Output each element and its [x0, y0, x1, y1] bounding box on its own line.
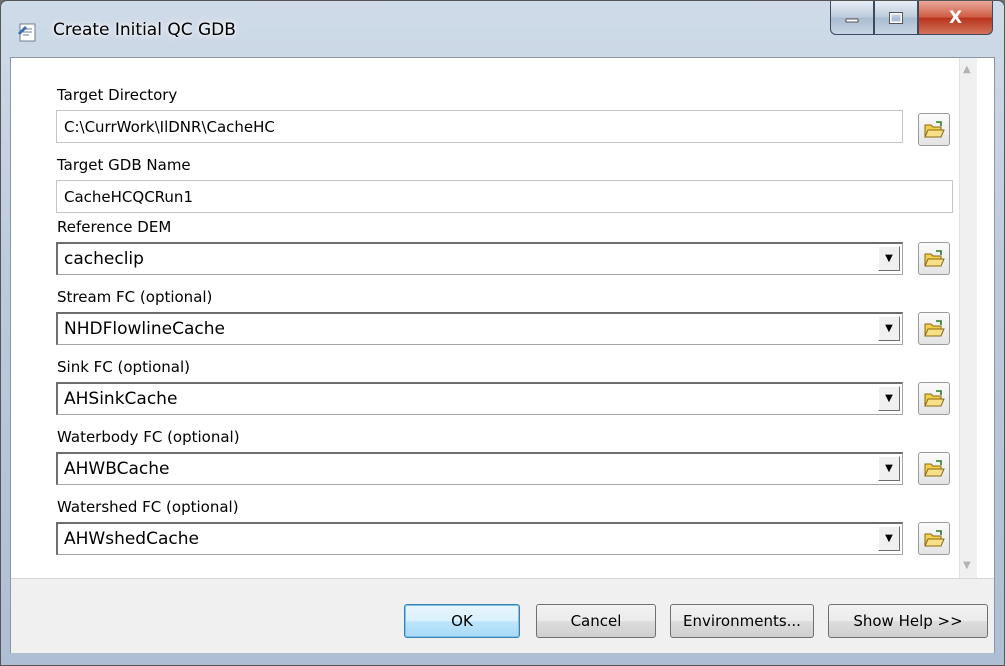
waterbody-fc-value: AHWBCache	[64, 459, 170, 479]
environments-button[interactable]: Environments...	[670, 604, 814, 638]
title-bar[interactable]: Create Initial QC GDB X	[1, 1, 1004, 57]
watershed-fc-browse-button[interactable]	[918, 522, 950, 555]
vertical-scrollbar[interactable]: ▲ ▼	[959, 58, 977, 578]
reference-dem-browse-button[interactable]	[918, 242, 950, 275]
waterbody-fc-combo[interactable]: AHWBCache ▼	[56, 452, 903, 485]
scroll-down-arrow-icon[interactable]: ▼	[963, 560, 971, 571]
dropdown-arrow-icon[interactable]: ▼	[878, 456, 900, 481]
maximize-icon	[889, 11, 903, 24]
watershed-fc-combo[interactable]: AHWshedCache ▼	[56, 522, 903, 555]
target-directory-browse-button[interactable]	[918, 113, 950, 146]
target-directory-label: Target Directory	[57, 86, 178, 104]
show-help-button[interactable]: Show Help >>	[828, 604, 988, 638]
open-folder-icon	[924, 459, 945, 476]
ok-button[interactable]: OK	[404, 604, 520, 638]
dropdown-arrow-icon[interactable]: ▼	[878, 246, 900, 271]
reference-dem-value: cacheclip	[64, 249, 144, 269]
python-script-tool-icon	[18, 23, 36, 42]
close-icon: X	[948, 7, 963, 28]
reference-dem-label: Reference DEM	[57, 218, 172, 236]
dropdown-arrow-icon[interactable]: ▼	[878, 386, 900, 411]
target-gdb-name-label: Target GDB Name	[57, 156, 191, 174]
open-folder-icon	[924, 389, 945, 406]
sink-fc-combo[interactable]: AHSinkCache ▼	[56, 382, 903, 415]
open-folder-icon	[924, 249, 945, 266]
minimize-icon	[845, 18, 859, 22]
maximize-button[interactable]	[874, 1, 918, 35]
dropdown-arrow-icon[interactable]: ▼	[878, 526, 900, 551]
stream-fc-combo[interactable]: NHDFlowlineCache ▼	[56, 312, 903, 345]
sink-fc-label: Sink FC (optional)	[57, 358, 191, 376]
sink-fc-browse-button[interactable]	[918, 382, 950, 415]
window-title: Create Initial QC GDB	[53, 20, 236, 40]
scroll-up-arrow-icon[interactable]: ▲	[963, 64, 971, 75]
parameters-form: Target Directory C:\CurrWork\IlDNR\Cache…	[11, 58, 977, 578]
stream-fc-value: NHDFlowlineCache	[64, 319, 225, 339]
dialog-footer: OK Cancel Environments... Show Help >>	[11, 578, 994, 653]
stream-fc-browse-button[interactable]	[918, 312, 950, 345]
stream-fc-label: Stream FC (optional)	[57, 288, 213, 306]
watershed-fc-value: AHWshedCache	[64, 529, 199, 549]
open-folder-icon	[924, 529, 945, 546]
waterbody-fc-browse-button[interactable]	[918, 452, 950, 485]
cancel-button[interactable]: Cancel	[536, 604, 656, 638]
sink-fc-value: AHSinkCache	[64, 389, 178, 409]
open-folder-icon	[924, 120, 945, 137]
dropdown-arrow-icon[interactable]: ▼	[878, 316, 900, 341]
dialog-window: Create Initial QC GDB X Target Directory…	[0, 0, 1005, 666]
target-gdb-name-input[interactable]: CacheHCQCRun1	[56, 180, 953, 213]
waterbody-fc-label: Waterbody FC (optional)	[57, 428, 240, 446]
reference-dem-combo[interactable]: cacheclip ▼	[56, 242, 903, 275]
close-button[interactable]: X	[918, 1, 993, 35]
watershed-fc-label: Watershed FC (optional)	[57, 498, 239, 516]
open-folder-icon	[924, 319, 945, 336]
minimize-button[interactable]	[830, 1, 874, 35]
dialog-client: Target Directory C:\CurrWork\IlDNR\Cache…	[10, 57, 995, 653]
target-directory-input[interactable]: C:\CurrWork\IlDNR\CacheHC	[56, 110, 903, 143]
